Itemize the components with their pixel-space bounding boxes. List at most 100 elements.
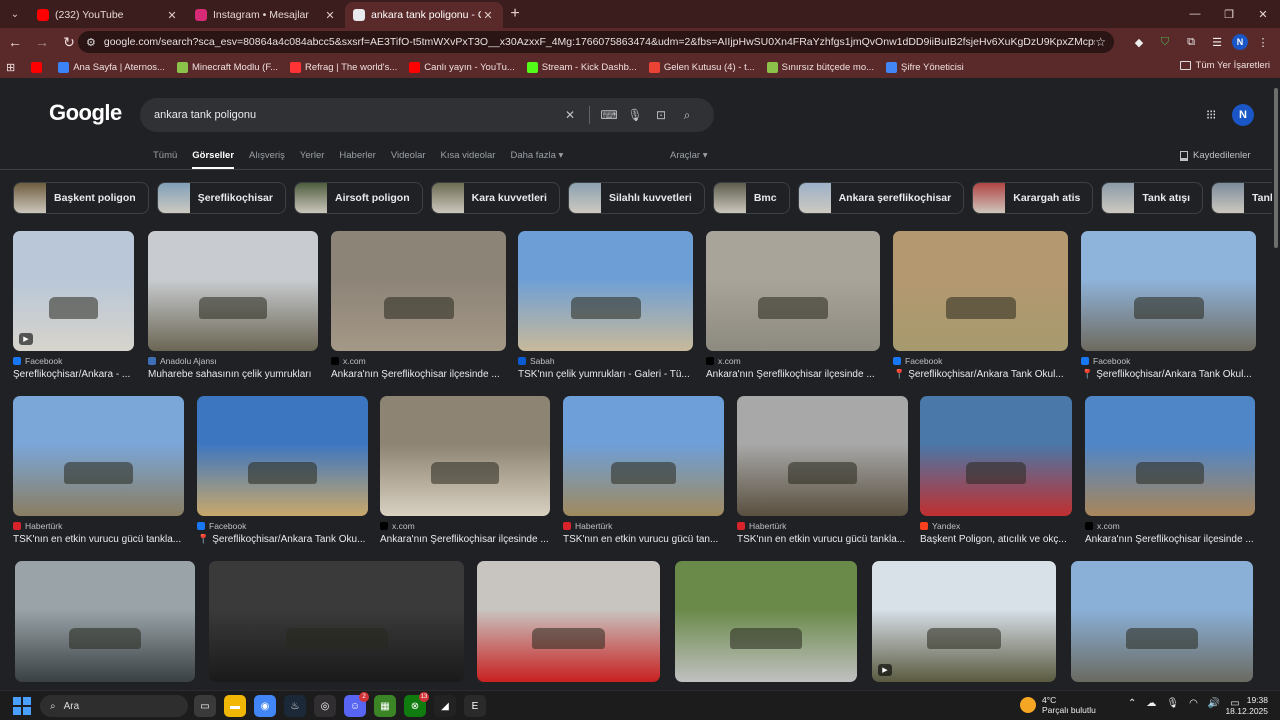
- search-icon[interactable]: ⌕: [674, 108, 700, 123]
- google-logo[interactable]: Google: [49, 100, 122, 126]
- result-image[interactable]: [893, 231, 1068, 351]
- task-view-icon[interactable]: ▭: [194, 695, 216, 717]
- lens-icon[interactable]: ⊡: [648, 108, 674, 122]
- result-image[interactable]: [380, 396, 550, 516]
- related-search-chip[interactable]: Airsoft poligon: [293, 182, 423, 214]
- wifi-icon[interactable]: ◠: [1189, 698, 1198, 709]
- microphone-icon[interactable]: 🎙: [1166, 698, 1179, 709]
- image-result[interactable]: Sabah TSK'nın çelik yumrukları - Galeri -…: [518, 231, 693, 380]
- image-result[interactable]: [209, 561, 464, 682]
- bookmark-item[interactable]: Refrag | The world's...: [290, 61, 397, 73]
- result-caption[interactable]: 📍 Şereflikoçhisar/Ankara Tank Okul...: [893, 369, 1068, 380]
- image-result[interactable]: x.com Ankara'nın Şereflikoçhisar ilçesind…: [1085, 396, 1255, 545]
- search-tab[interactable]: Yerler: [300, 150, 324, 169]
- search-tab[interactable]: Alışveriş: [249, 150, 285, 169]
- related-search-chip[interactable]: Kara kuvvetleri: [430, 182, 560, 214]
- tab-close-icon[interactable]: ✕: [323, 9, 337, 22]
- clock[interactable]: 19:38 18.12.2025: [1222, 695, 1268, 717]
- related-search-chip[interactable]: Tank atışı: [1101, 182, 1204, 214]
- result-caption[interactable]: Şereflikoçhisar/Ankara - ...: [13, 369, 134, 380]
- forward-button[interactable]: →: [30, 30, 54, 54]
- minimize-icon[interactable]: —: [1178, 0, 1212, 28]
- browser-tab[interactable]: ankara tank poligonu - Google✕: [345, 2, 503, 28]
- search-tab[interactable]: Kısa videolar: [441, 150, 496, 169]
- image-result[interactable]: ▶ Facebook Şereflikoçhisar/Ankara - ...: [13, 231, 134, 380]
- result-image[interactable]: [148, 231, 318, 351]
- result-caption[interactable]: TSK'nın çelik yumrukları - Galeri - Tü..…: [518, 369, 693, 380]
- image-result[interactable]: Yandex Başkent Poligon, atıcılık ve okç..…: [920, 396, 1072, 545]
- onedrive-icon[interactable]: ☁: [1146, 698, 1156, 709]
- extension-icon[interactable]: ◆: [1128, 31, 1150, 53]
- related-search-chip[interactable]: Ankara şereflikoçhisar: [797, 182, 965, 214]
- saved-button[interactable]: Kaydedilenler: [1180, 150, 1251, 161]
- related-search-chip[interactable]: Silahlı kuvvetleri: [567, 182, 705, 214]
- image-result[interactable]: x.com Ankara'nın Şereflikoçhisar ilçesind…: [380, 396, 550, 545]
- result-caption[interactable]: TSK'nın en etkin vurucu gücü tan...: [563, 534, 724, 545]
- close-icon[interactable]: ✕: [1246, 0, 1280, 28]
- microphone-icon[interactable]: 🎙: [622, 108, 648, 122]
- result-image[interactable]: [477, 561, 660, 682]
- related-search-chip[interactable]: Şereflikoçhisar: [156, 182, 286, 214]
- result-image[interactable]: [706, 231, 880, 351]
- google-apps-icon[interactable]: ⁝⁝⁝: [1206, 107, 1216, 123]
- scrollbar-thumb[interactable]: [1274, 88, 1278, 248]
- bookmark-item[interactable]: Stream - Kick Dashb...: [526, 61, 637, 73]
- browser-tab[interactable]: Instagram • Mesajlar ✕: [187, 2, 345, 28]
- reading-list-icon[interactable]: ☰: [1206, 31, 1228, 53]
- xbox-icon[interactable]: ⊗ 13: [404, 692, 429, 717]
- app-orange-icon[interactable]: ◢: [434, 695, 456, 717]
- back-button[interactable]: ←: [3, 30, 27, 54]
- bookmark-item[interactable]: [31, 61, 46, 73]
- more-menu-icon[interactable]: ⋮: [1252, 31, 1274, 53]
- related-search-chip[interactable]: Bmc: [712, 182, 790, 214]
- page-scrollbar[interactable]: [1272, 80, 1280, 690]
- result-caption[interactable]: Ankara'nın Şereflikoçhisar ilçesinde ...: [1085, 534, 1255, 545]
- image-result[interactable]: [15, 561, 195, 682]
- result-caption[interactable]: TSK'nın en etkin vurucu gücü tankla...: [13, 534, 184, 545]
- related-search-chip[interactable]: Tank topu: [1211, 182, 1272, 214]
- start-button[interactable]: [13, 697, 31, 715]
- image-result[interactable]: ▶: [872, 561, 1056, 682]
- image-result[interactable]: x.com Ankara'nın Şereflikoçhisar ilçesind…: [331, 231, 506, 380]
- image-result[interactable]: x.com Ankara'nın Şereflikoçhisar ilçesind…: [706, 231, 880, 380]
- tab-search-button[interactable]: ⌄: [4, 3, 26, 25]
- taskbar-search[interactable]: ⌕ Ara: [40, 695, 188, 717]
- bookmark-item[interactable]: Ana Sayfa | Aternos...: [58, 61, 165, 73]
- search-tab[interactable]: Daha fazla ▾: [510, 150, 563, 169]
- result-image[interactable]: [331, 231, 506, 351]
- bookmark-item[interactable]: Sınırsız bütçede mo...: [766, 61, 874, 73]
- search-tab[interactable]: Videolar: [391, 150, 426, 169]
- search-box[interactable]: ankara tank poligonu ✕ ⌨ 🎙 ⊡ ⌕: [140, 98, 714, 132]
- bookmark-item[interactable]: Minecraft Modlu (F...: [176, 61, 278, 73]
- tab-close-icon[interactable]: ✕: [165, 9, 179, 22]
- obs-icon[interactable]: ◎: [314, 695, 336, 717]
- image-result[interactable]: Facebook 📍 Şereflikoçhisar/Ankara Tank Ok…: [893, 231, 1068, 380]
- image-result[interactable]: Habertürk TSK'nın en etkin vurucu gücü ta…: [737, 396, 908, 545]
- apps-grid-icon[interactable]: ⊞: [6, 61, 15, 74]
- bookmark-item[interactable]: Gelen Kutusu (4) - t...: [648, 61, 755, 73]
- result-image[interactable]: [13, 396, 184, 516]
- extensions-puzzle-icon[interactable]: ⧉: [1180, 31, 1202, 53]
- search-tab[interactable]: Tümü: [153, 150, 177, 169]
- site-info-icon[interactable]: ⚙: [86, 36, 96, 49]
- result-image[interactable]: [518, 231, 693, 351]
- address-bar[interactable]: ⚙ google.com/search?sca_esv=80864a4c084a…: [78, 31, 1114, 53]
- tools-button[interactable]: Araçlar ▾: [670, 150, 708, 161]
- result-image[interactable]: ▶: [872, 561, 1056, 682]
- result-caption[interactable]: Muharebe sahasının çelik yumrukları: [148, 369, 318, 380]
- result-image[interactable]: [675, 561, 857, 682]
- discord-icon[interactable]: ☺ 2: [344, 692, 369, 717]
- related-search-chip[interactable]: Başkent poligon: [13, 182, 149, 214]
- search-tab[interactable]: Görseller: [192, 150, 235, 169]
- result-image[interactable]: [209, 561, 464, 682]
- all-bookmarks[interactable]: Tüm Yer İşaretleri: [1179, 60, 1270, 71]
- image-result[interactable]: Habertürk TSK'nın en etkin vurucu gücü ta…: [563, 396, 724, 545]
- result-image[interactable]: [737, 396, 908, 516]
- result-image[interactable]: [197, 396, 368, 516]
- image-result[interactable]: Habertürk TSK'nın en etkin vurucu gücü ta…: [13, 396, 184, 545]
- result-caption[interactable]: Ankara'nın Şereflikoçhisar ilçesinde ...: [331, 369, 506, 380]
- result-image[interactable]: [15, 561, 195, 682]
- result-image[interactable]: [563, 396, 724, 516]
- result-image[interactable]: [1081, 231, 1256, 351]
- new-tab-button[interactable]: +: [503, 2, 527, 26]
